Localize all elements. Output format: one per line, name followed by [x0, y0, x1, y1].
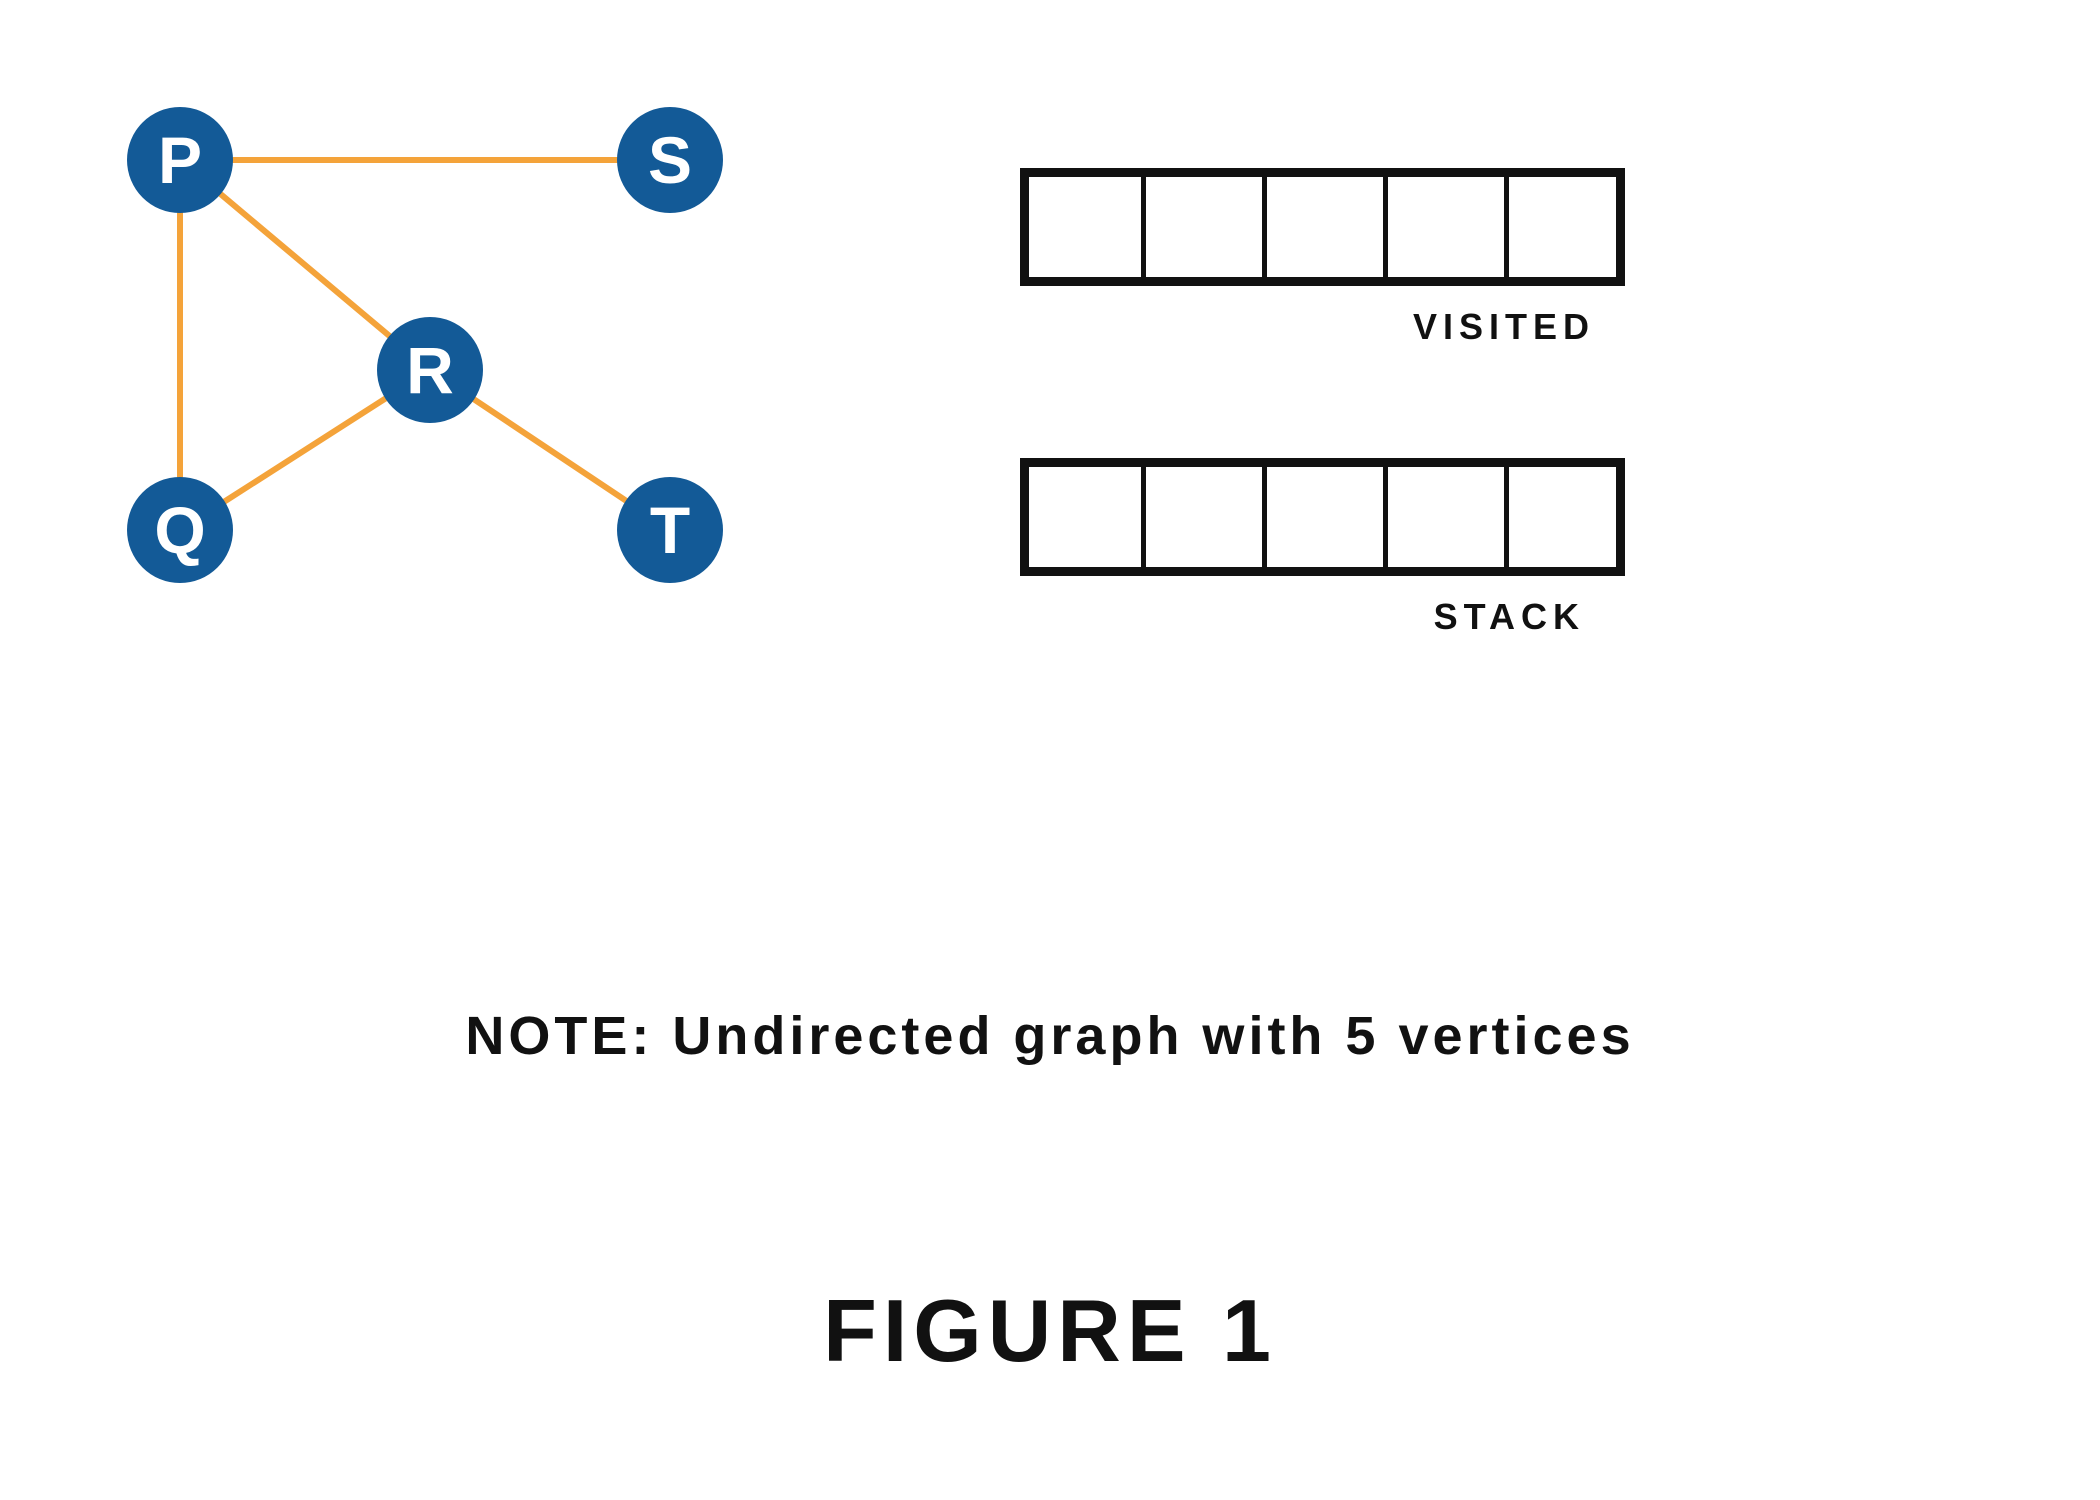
- note-body: Undirected graph with 5 vertices: [653, 1006, 1634, 1066]
- stack-array-label: STACK: [1020, 596, 1625, 638]
- array-cell: [1141, 458, 1262, 576]
- array-cell: [1141, 168, 1262, 286]
- graph-edge: [474, 399, 626, 500]
- diagram-canvas: P S R Q T VISITED STACK NOTE: Undirected…: [0, 0, 2100, 1500]
- figure-caption: FIGURE 1: [0, 1280, 2100, 1382]
- array-cell: [1504, 168, 1625, 286]
- graph-node-p: P: [127, 107, 233, 213]
- graph-node-label: P: [158, 127, 202, 193]
- array-cell: [1383, 458, 1504, 576]
- graph-node-s: S: [617, 107, 723, 213]
- array-cell: [1020, 458, 1141, 576]
- graph-node-q: Q: [127, 477, 233, 583]
- stack-array: STACK: [1020, 458, 1625, 638]
- graph-node-label: R: [406, 337, 454, 403]
- array-cell: [1383, 168, 1504, 286]
- array-cell: [1262, 168, 1383, 286]
- graph-edge: [221, 194, 390, 336]
- array-cell: [1020, 168, 1141, 286]
- graph-node-r: R: [377, 317, 483, 423]
- array-cell: [1504, 458, 1625, 576]
- visited-array-label: VISITED: [1020, 306, 1625, 348]
- graph-node-label: S: [648, 127, 692, 193]
- note-text: NOTE: Undirected graph with 5 vertices: [0, 1005, 2100, 1067]
- note-prefix: NOTE:: [465, 1006, 653, 1066]
- visited-array-row: [1020, 168, 1625, 286]
- array-cell: [1262, 458, 1383, 576]
- graph-edge: [225, 399, 386, 502]
- graph-node-t: T: [617, 477, 723, 583]
- graph-node-label: Q: [154, 497, 205, 563]
- graph-node-label: T: [650, 497, 690, 563]
- visited-array: VISITED: [1020, 168, 1625, 348]
- stack-array-row: [1020, 458, 1625, 576]
